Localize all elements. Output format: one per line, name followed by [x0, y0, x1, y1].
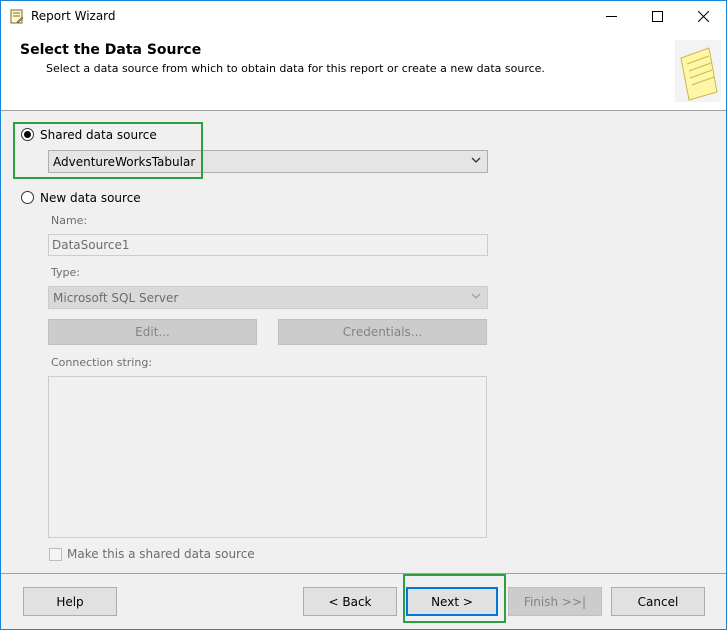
- back-button-label: < Back: [328, 594, 372, 609]
- make-shared-checkbox[interactable]: [49, 548, 62, 561]
- help-button-label: Help: [56, 594, 84, 609]
- cancel-button[interactable]: Cancel: [611, 587, 705, 616]
- report-wizard-window: Report Wizard Select the Data Source Sel…: [0, 0, 727, 630]
- type-dropdown-value: Microsoft SQL Server: [53, 290, 179, 305]
- help-button[interactable]: Help: [23, 587, 117, 616]
- new-data-source-label[interactable]: New data source: [40, 191, 141, 205]
- close-button[interactable]: [680, 1, 726, 32]
- page-subtitle: Select a data source from which to obtai…: [46, 62, 545, 75]
- chevron-down-icon: [471, 293, 481, 299]
- footer-divider: [1, 573, 726, 574]
- name-field-value: DataSource1: [52, 238, 130, 252]
- shared-source-highlight: [13, 122, 203, 179]
- report-notepad-image: [675, 40, 721, 102]
- chevron-down-icon: [471, 157, 481, 163]
- type-dropdown[interactable]: Microsoft SQL Server: [48, 286, 488, 309]
- next-button-highlight: [403, 574, 506, 623]
- minimize-icon: [605, 16, 617, 17]
- cancel-button-label: Cancel: [637, 594, 679, 609]
- name-field[interactable]: DataSource1: [48, 234, 488, 256]
- window-title: Report Wizard: [31, 9, 116, 23]
- new-data-source-radio[interactable]: [21, 191, 34, 204]
- finish-button[interactable]: Finish >>|: [508, 587, 602, 616]
- make-shared-label[interactable]: Make this a shared data source: [67, 547, 255, 561]
- type-label: Type:: [51, 266, 80, 279]
- title-bar: Report Wizard: [1, 1, 726, 32]
- connection-string-field[interactable]: [48, 376, 487, 538]
- maximize-icon: [651, 11, 663, 22]
- connection-string-label: Connection string:: [51, 356, 153, 369]
- back-button[interactable]: < Back: [303, 587, 397, 616]
- minimize-button[interactable]: [588, 1, 634, 32]
- name-label: Name:: [51, 214, 88, 227]
- finish-button-label: Finish >>|: [523, 594, 587, 609]
- maximize-button[interactable]: [634, 1, 680, 32]
- credentials-button[interactable]: Credentials...: [278, 319, 487, 345]
- edit-button[interactable]: Edit...: [48, 319, 257, 345]
- report-wizard-icon: [10, 9, 24, 24]
- wizard-header: Select the Data Source Select a data sou…: [1, 32, 726, 111]
- close-icon: [697, 11, 709, 22]
- page-title: Select the Data Source: [20, 42, 202, 58]
